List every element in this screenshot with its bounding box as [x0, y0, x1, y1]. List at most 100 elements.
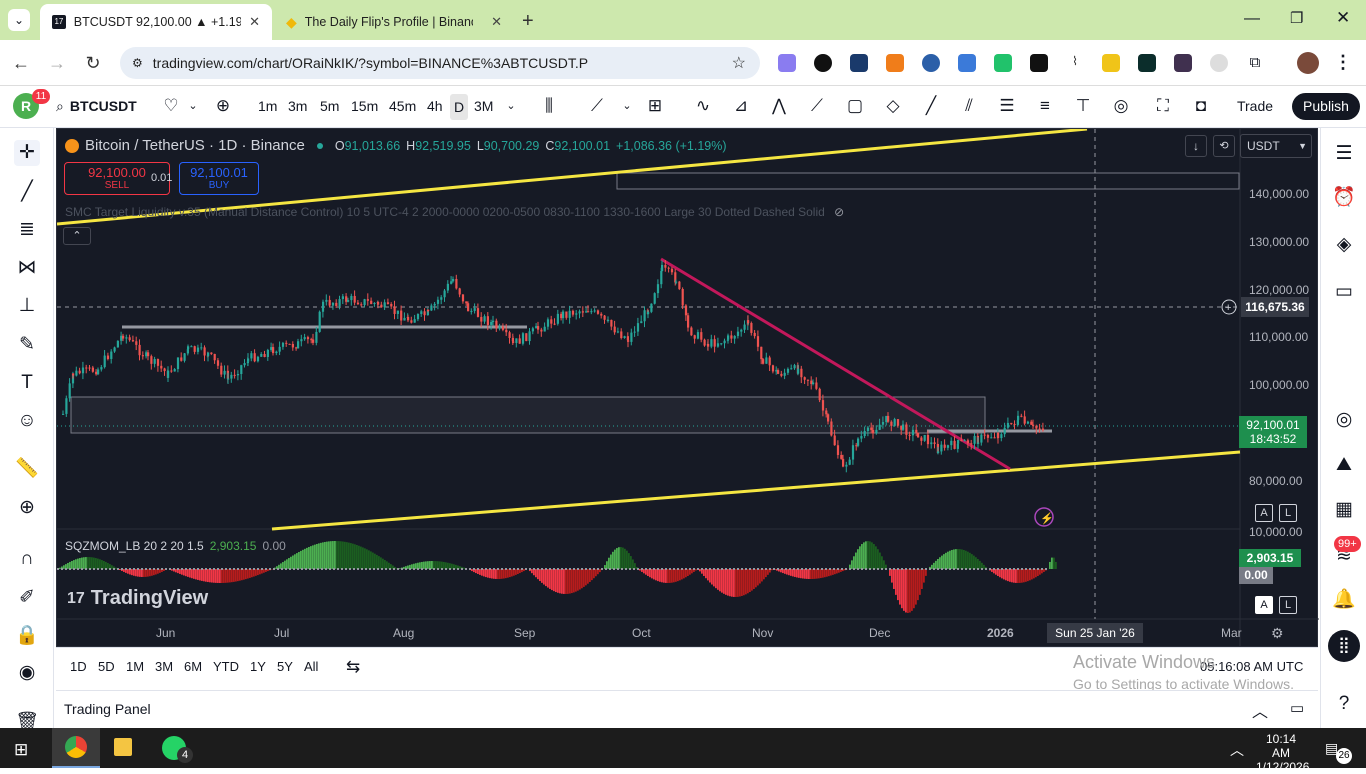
- trade-button[interactable]: Trade: [1226, 94, 1284, 118]
- reload-icon[interactable]: ↻: [82, 52, 104, 74]
- download-icon[interactable]: ↓: [1185, 135, 1207, 157]
- extension-icon[interactable]: [778, 54, 796, 72]
- line-tool-icon[interactable]: ⟋: [806, 95, 828, 117]
- range-3m[interactable]: 3M: [155, 659, 173, 674]
- log-scale-button[interactable]: L: [1279, 504, 1297, 522]
- pattern-icon[interactable]: ⋈: [14, 255, 40, 281]
- bookmark-star-icon[interactable]: ☆: [732, 53, 746, 73]
- settings-gear-icon[interactable]: ⚙: [1271, 625, 1284, 642]
- close-tab-icon[interactable]: ✕: [491, 14, 502, 30]
- pencil-lock-icon[interactable]: ✐: [14, 585, 40, 611]
- curve-tool-icon[interactable]: ∿: [692, 95, 714, 117]
- range-1m[interactable]: 1M: [126, 659, 144, 674]
- chevron-up-icon[interactable]: ︿: [1252, 698, 1268, 722]
- file-explorer-icon[interactable]: [114, 738, 132, 756]
- profile-avatar[interactable]: [1297, 52, 1319, 74]
- browser-menu-icon[interactable]: ⋮: [1334, 52, 1352, 73]
- osc-log-scale-button[interactable]: L: [1279, 596, 1297, 614]
- layers-icon[interactable]: ◈: [1332, 233, 1356, 257]
- trash-icon[interactable]: 🗑: [14, 710, 40, 728]
- chart-title[interactable]: Bitcoin / TetherUS · 1D · Binance: [85, 137, 305, 154]
- lock-icon[interactable]: 🔒: [14, 623, 40, 649]
- auto-scale-button[interactable]: A: [1255, 504, 1273, 522]
- chevron-down-icon[interactable]: ⌄: [616, 95, 638, 117]
- taskbar-chrome[interactable]: [52, 728, 100, 768]
- interval-1m[interactable]: 1m: [258, 98, 277, 114]
- range-all[interactable]: All: [304, 659, 318, 674]
- alarm-clock-icon[interactable]: ⏰: [1332, 186, 1356, 210]
- crosshair-icon[interactable]: ✛: [14, 140, 40, 166]
- ideas-icon[interactable]: ⛰: [1332, 453, 1356, 477]
- currency-select[interactable]: USDT▼: [1240, 134, 1312, 158]
- bell-icon[interactable]: 🔔: [1332, 588, 1356, 612]
- fib-retracement-icon[interactable]: ≣: [14, 217, 40, 243]
- interval-5m[interactable]: 5m: [320, 98, 339, 114]
- goto-date-icon[interactable]: ⇆: [346, 657, 360, 677]
- tab-binance[interactable]: ◆ The Daily Flip's Profile | Binance ✕: [274, 4, 514, 40]
- maximize-panel-icon[interactable]: ▭: [1290, 699, 1304, 717]
- layout-icon[interactable]: ⊞: [644, 95, 666, 117]
- trendline-tool-icon[interactable]: ╱: [920, 95, 942, 117]
- extension-icon[interactable]: [814, 54, 832, 72]
- angle-tool-icon[interactable]: ⊿: [730, 95, 752, 117]
- interval-4h[interactable]: 4h: [427, 98, 443, 114]
- text-icon[interactable]: T: [14, 370, 40, 396]
- extension-icon[interactable]: [1102, 54, 1120, 72]
- url-bar[interactable]: ⚙ tradingview.com/chart/ORaiNkIK/?symbol…: [120, 47, 760, 79]
- range-1y[interactable]: 1Y: [250, 659, 266, 674]
- interval-3mo[interactable]: 3M: [474, 98, 493, 114]
- extension-icon[interactable]: [1030, 54, 1048, 72]
- add-symbol-icon[interactable]: ⊕: [212, 95, 234, 117]
- extension-icon[interactable]: [1210, 54, 1228, 72]
- extension-icon[interactable]: ⌇: [1066, 54, 1084, 72]
- symbol-search-button[interactable]: ⌕ BTCUSDT: [56, 94, 150, 118]
- help-icon[interactable]: ?: [1332, 692, 1356, 716]
- indicators-icon[interactable]: ⟋: [586, 95, 608, 117]
- chart-area[interactable]: ⚡ + Bitcoin / TetherUS · 1D · Binance O9…: [56, 128, 1318, 647]
- watchlist-icon[interactable]: ☰: [1332, 142, 1356, 166]
- indicator-legend[interactable]: SMC Target Liquidity v.35 (Manual Distan…: [65, 205, 844, 219]
- rectangle-tool-icon[interactable]: ▢: [844, 95, 866, 117]
- target-icon[interactable]: ◎: [1332, 408, 1356, 432]
- extension-icon[interactable]: [850, 54, 868, 72]
- forward-arrow-icon[interactable]: →: [46, 52, 68, 74]
- polygon-tool-icon[interactable]: ◇: [882, 95, 904, 117]
- oscillator-legend[interactable]: SQZMOM_LB 20 2 20 1.5 2,903.15 0.00: [65, 539, 286, 553]
- chevron-down-icon[interactable]: ⌄: [500, 95, 522, 117]
- candlestick-icon[interactable]: ⫼: [538, 95, 560, 117]
- extensions-puzzle-icon[interactable]: ⧉: [1246, 54, 1264, 72]
- channel-tool-icon[interactable]: ⫽: [958, 95, 980, 117]
- collapse-legend-button[interactable]: ⌃: [63, 227, 91, 245]
- camera-icon[interactable]: ◘: [1190, 95, 1212, 117]
- range-5y[interactable]: 5Y: [277, 659, 293, 674]
- interval-d[interactable]: D: [450, 94, 468, 120]
- target-tool-icon[interactable]: ◎: [1110, 95, 1132, 117]
- extension-icon[interactable]: [1138, 54, 1156, 72]
- fullscreen-icon[interactable]: ⛶: [1152, 95, 1174, 117]
- interval-15m[interactable]: 15m: [351, 98, 378, 114]
- zigzag-tool-icon[interactable]: ⋀: [768, 95, 790, 117]
- compare-icon[interactable]: ♡: [160, 95, 182, 117]
- tab-search-button[interactable]: ⌄: [8, 9, 30, 31]
- windows-start-icon[interactable]: ⊞: [14, 740, 28, 760]
- utc-clock[interactable]: 05:16:08 AM UTC: [1200, 659, 1303, 674]
- close-tab-icon[interactable]: ✕: [249, 14, 260, 30]
- interval-45m[interactable]: 45m: [389, 98, 416, 114]
- range-1d[interactable]: 1D: [70, 659, 87, 674]
- show-hidden-icons[interactable]: ︿: [1230, 740, 1244, 760]
- hidden-eye-icon[interactable]: ⊘: [834, 205, 844, 219]
- back-arrow-icon[interactable]: ←: [10, 52, 32, 74]
- new-tab-button[interactable]: +: [522, 10, 534, 33]
- chevron-down-icon[interactable]: ⌄: [182, 95, 204, 117]
- range-6m[interactable]: 6M: [184, 659, 202, 674]
- zoom-in-icon[interactable]: ⊕: [14, 495, 40, 521]
- trading-panel-tab[interactable]: Trading Panel: [64, 701, 151, 717]
- extension-icon[interactable]: [958, 54, 976, 72]
- extension-icon[interactable]: [922, 54, 940, 72]
- site-info-icon[interactable]: ⚙: [132, 56, 143, 70]
- brush-icon[interactable]: ✎: [14, 332, 40, 358]
- osc-auto-scale-button[interactable]: A: [1255, 596, 1273, 614]
- extension-icon[interactable]: [994, 54, 1012, 72]
- eye-icon[interactable]: ◉: [14, 660, 40, 686]
- fib-tool-icon[interactable]: ☰: [996, 95, 1018, 117]
